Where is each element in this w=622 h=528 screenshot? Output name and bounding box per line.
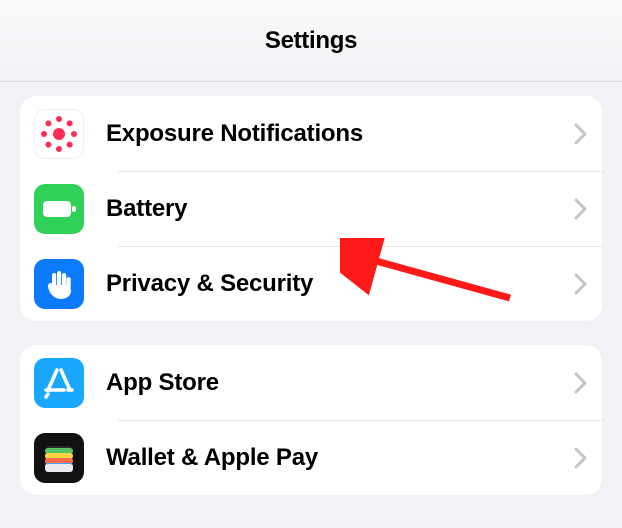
app-store-icon	[34, 358, 84, 408]
row-label: Privacy & Security	[106, 270, 566, 298]
settings-group-2: App Store Wallet & Apple Pay	[20, 345, 602, 495]
row-label: Exposure Notifications	[106, 120, 566, 148]
chevron-right-icon	[574, 372, 588, 394]
chevron-right-icon	[574, 273, 588, 295]
chevron-right-icon	[574, 447, 588, 469]
chevron-right-icon	[574, 123, 588, 145]
row-label: App Store	[106, 369, 566, 397]
page-title: Settings	[265, 27, 357, 55]
row-app-store[interactable]: App Store	[20, 345, 602, 420]
hand-icon	[34, 259, 84, 309]
chevron-right-icon	[574, 198, 588, 220]
row-wallet-apple-pay[interactable]: Wallet & Apple Pay	[20, 420, 602, 495]
battery-icon	[34, 184, 84, 234]
wallet-icon	[34, 433, 84, 483]
settings-header: Settings	[0, 0, 622, 82]
row-label: Wallet & Apple Pay	[106, 444, 566, 472]
settings-group-1: Exposure Notifications Battery	[20, 96, 602, 321]
row-label: Battery	[106, 195, 566, 223]
row-exposure-notifications[interactable]: Exposure Notifications	[20, 96, 602, 171]
row-privacy-security[interactable]: Privacy & Security	[20, 246, 602, 321]
exposure-icon	[34, 109, 84, 159]
row-battery[interactable]: Battery	[20, 171, 602, 246]
